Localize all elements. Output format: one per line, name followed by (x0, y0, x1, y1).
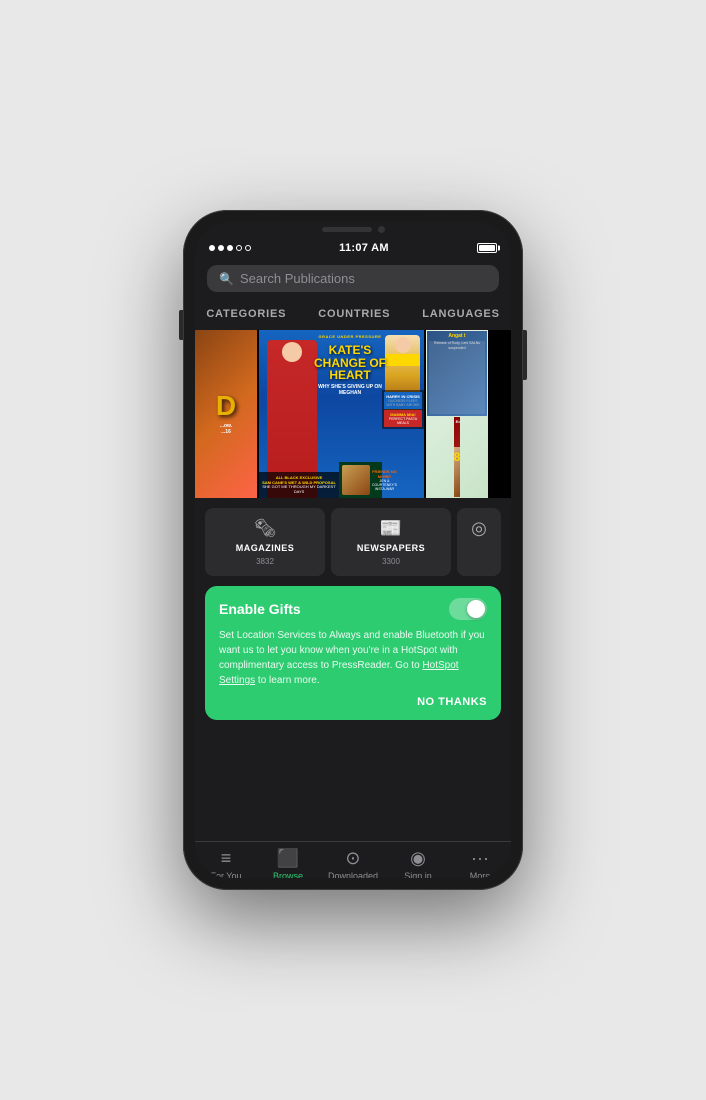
search-placeholder: Search Publications (240, 271, 355, 286)
gifts-footer: NO THANKS (219, 696, 487, 708)
dot-5 (245, 245, 251, 251)
phone-device: 11:07 AM 🔍 Search Publications CATEGORIE… (183, 210, 523, 890)
tab-languages[interactable]: LANGUAGES (406, 304, 511, 324)
search-bar[interactable]: 🔍 Search Publications (207, 265, 499, 292)
status-right (477, 243, 497, 253)
status-bar: 11:07 AM (195, 235, 511, 259)
bottom-nav: ≡ For You ⬛ Browse ⊙ Downloaded ◉ Sign i… (195, 841, 511, 878)
nav-sign-in[interactable]: ◉ Sign in (396, 848, 440, 878)
screen-content: 🔍 Search Publications CATEGORIES COUNTRI… (195, 259, 511, 878)
dot-2 (218, 245, 224, 251)
btn-more-cats[interactable]: ◎ (457, 508, 501, 576)
dot-1 (209, 245, 215, 251)
mag-cover-left: D ...ow. ...16 (195, 330, 257, 498)
magazines-icon: 🗞 (254, 518, 277, 539)
search-container: 🔍 Search Publications (195, 259, 511, 300)
filter-tabs: CATEGORIES COUNTRIES LANGUAGES (195, 300, 511, 330)
signal-dots (209, 245, 251, 251)
enable-gifts-toggle[interactable] (449, 598, 487, 620)
gifts-body: Set Location Services to Always and enab… (219, 628, 487, 688)
no-thanks-button[interactable]: NO THANKS (417, 696, 487, 708)
nav-browse[interactable]: ⬛ Browse (266, 848, 310, 878)
nav-downloaded[interactable]: ⊙ Downloaded (328, 848, 378, 878)
tab-countries[interactable]: COUNTRIES (302, 304, 406, 324)
camera-dot (378, 226, 385, 233)
category-row: 🗞 MAGAZINES 3832 📰 NEWSPAPERS 3300 ◎ (195, 498, 511, 582)
dot-4 (236, 245, 242, 251)
magazines-carousel[interactable]: D ...ow. ...16 (195, 330, 511, 498)
for-you-icon: ≡ (221, 848, 232, 869)
toggle-knob (467, 600, 485, 618)
more-label: More (470, 871, 491, 878)
mag-cover-right: Angat t Release of Rody, Leni SALNs susp… (426, 330, 488, 498)
magazines-label: MAGAZINES (236, 543, 295, 553)
phone-screen: 11:07 AM 🔍 Search Publications CATEGORIE… (195, 222, 511, 878)
dot-3 (227, 245, 233, 251)
mag-cover-center: GRACE UNDER PRESSURE KATE'S CHANGE OF HE… (259, 330, 424, 498)
battery-fill (479, 245, 495, 251)
tab-categories[interactable]: CATEGORIES (195, 304, 302, 324)
nav-for-you[interactable]: ≡ For You (204, 848, 248, 878)
carousel-center[interactable]: GRACE UNDER PRESSURE KATE'S CHANGE OF HE… (259, 330, 424, 498)
status-time: 11:07 AM (339, 242, 389, 254)
magazines-count: 3832 (256, 557, 274, 566)
nav-more[interactable]: ··· More (458, 848, 502, 878)
sign-in-icon: ◉ (410, 848, 426, 869)
downloaded-icon: ⊙ (345, 848, 360, 869)
search-icon: 🔍 (219, 272, 234, 286)
more-icon: ··· (471, 848, 489, 869)
btn-newspapers[interactable]: 📰 NEWSPAPERS 3300 (331, 508, 451, 576)
browse-label: Browse (273, 871, 303, 878)
camera-area (322, 226, 385, 233)
for-you-label: For You (210, 871, 241, 878)
gifts-card: Enable Gifts Set Location Services to Al… (205, 586, 501, 720)
newspapers-icon: 📰 (380, 518, 402, 539)
gifts-title: Enable Gifts (219, 601, 301, 617)
browse-icon: ⬛ (277, 848, 299, 869)
newspapers-label: NEWSPAPERS (357, 543, 425, 553)
hotspot-link[interactable]: HotSpot Settings (219, 660, 459, 686)
gifts-header: Enable Gifts (219, 598, 487, 620)
sign-in-label: Sign in (404, 871, 432, 878)
newspapers-count: 3300 (382, 557, 400, 566)
speaker-grill (322, 227, 372, 232)
battery-icon (477, 243, 497, 253)
downloaded-label: Downloaded (328, 871, 378, 878)
carousel-right[interactable]: Angat t Release of Rody, Leni SALNs susp… (426, 330, 488, 498)
more-cats-icon: ◎ (471, 518, 487, 539)
btn-magazines[interactable]: 🗞 MAGAZINES 3832 (205, 508, 325, 576)
carousel-left[interactable]: D ...ow. ...16 (195, 330, 257, 498)
phone-top-bar (195, 222, 511, 235)
